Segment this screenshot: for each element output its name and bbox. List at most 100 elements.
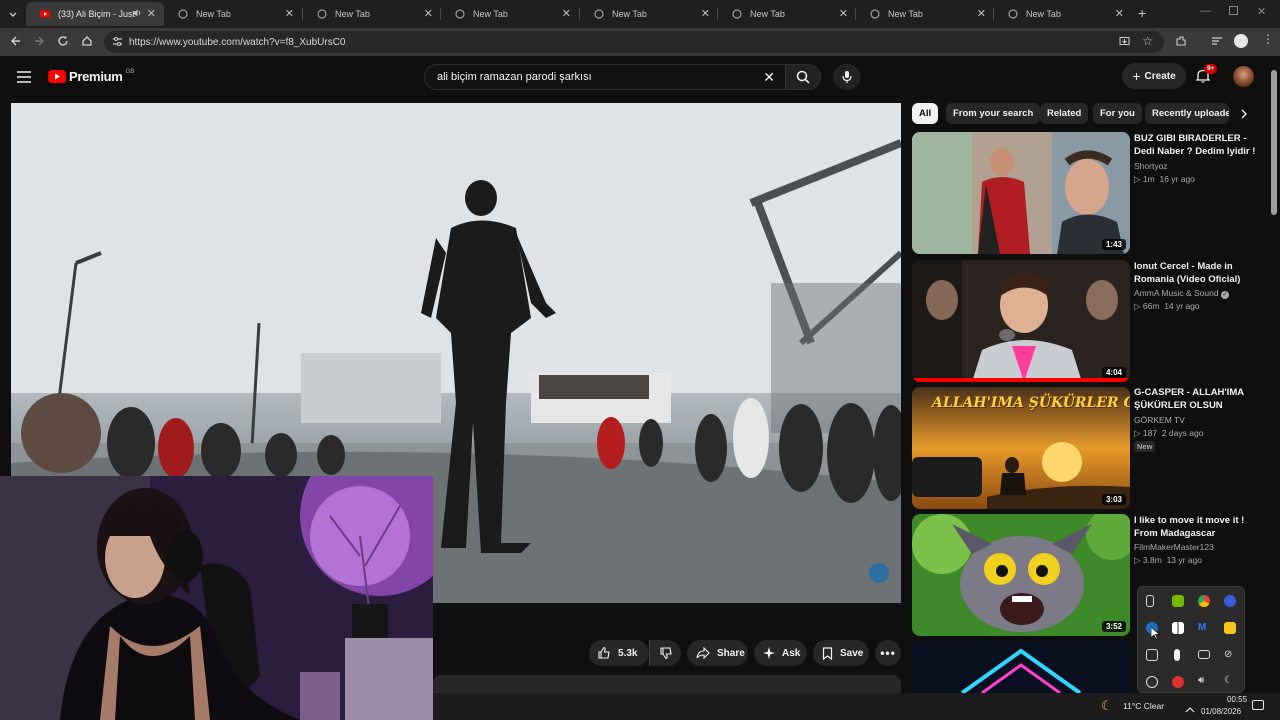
restore-icon[interactable] [1229, 6, 1238, 15]
save-button[interactable]: Save [813, 640, 869, 666]
tab-search-icon[interactable] [8, 7, 18, 25]
related-thumbnail[interactable] [912, 641, 1130, 693]
related-video-title[interactable]: I like to move it move it ! From Madagas… [1134, 514, 1264, 540]
ask-button[interactable]: Ask [754, 640, 807, 666]
tab-new-tab[interactable]: New Tab ✕ [856, 2, 994, 26]
tray-chat-icon[interactable] [1224, 622, 1236, 634]
tab-close-icon[interactable]: ✕ [424, 7, 433, 20]
tray-camera-icon[interactable] [1146, 649, 1158, 661]
reading-list-icon[interactable] [1211, 34, 1223, 52]
site-info-icon[interactable] [112, 36, 123, 50]
new-tab-favicon-icon [870, 9, 880, 19]
tray-app-red-icon[interactable] [1172, 676, 1184, 688]
tray-nvidia-icon[interactable] [1172, 595, 1184, 607]
chip-related[interactable]: Related [1040, 103, 1089, 124]
share-button[interactable]: Share [687, 640, 748, 666]
forward-icon[interactable] [33, 34, 45, 52]
related-stats: ▷ 1m 16 yr ago [1134, 173, 1195, 186]
thumbnail-image [912, 260, 1130, 382]
tray-usb-icon[interactable] [1146, 595, 1154, 607]
clock-time[interactable]: 00:55 [1227, 695, 1247, 704]
youtube-favicon-icon [40, 9, 50, 19]
close-window-icon[interactable]: ✕ [1257, 5, 1266, 18]
tray-meta-icon[interactable]: M [1198, 622, 1210, 634]
home-icon[interactable] [81, 34, 93, 52]
tab-close-icon[interactable]: ✕ [977, 7, 986, 20]
clock-date[interactable]: 01/08/2026 [1201, 707, 1241, 716]
view-count: 66m [1142, 301, 1160, 311]
create-button[interactable]: + Create [1122, 63, 1186, 89]
tab-audio-icon[interactable] [132, 8, 142, 20]
extensions-icon[interactable] [1175, 34, 1187, 52]
page-scrollbar[interactable] [1271, 70, 1277, 215]
tab-close-icon[interactable]: ✕ [147, 7, 156, 20]
profile-avatar[interactable] [1234, 34, 1248, 48]
tab-new-tab[interactable]: New Tab ✕ [441, 2, 579, 26]
hamburger-menu-icon[interactable] [17, 70, 31, 88]
account-avatar[interactable] [1233, 66, 1254, 87]
tab-new-tab[interactable]: New Tab ✕ [580, 2, 718, 26]
tab-new-tab[interactable]: New Tab ✕ [718, 2, 856, 26]
tray-expand-chevron-icon[interactable] [1185, 701, 1195, 719]
tray-hidden-icon[interactable]: ⊘ [1224, 649, 1236, 661]
tray-moon-icon[interactable]: ☾ [1224, 675, 1236, 687]
tray-chrome-icon[interactable] [1198, 595, 1210, 607]
related-thumbnail[interactable]: 3:52 [912, 514, 1130, 636]
tray-windows-icon[interactable] [1172, 622, 1184, 634]
ask-label: Ask [782, 647, 801, 659]
related-channel[interactable]: AmmA Music & Sound [1134, 288, 1219, 298]
tab-close-icon[interactable]: ✕ [285, 7, 294, 20]
related-thumbnail[interactable]: 1:43 [912, 132, 1130, 254]
tab-close-icon[interactable]: ✕ [562, 7, 571, 20]
more-actions-button[interactable]: ••• [875, 640, 901, 666]
tray-display-icon[interactable] [1198, 650, 1210, 659]
notification-center-icon[interactable] [1252, 700, 1264, 710]
voice-search-button[interactable] [833, 64, 861, 90]
tab-new-tab[interactable]: New Tab ✕ [164, 2, 302, 26]
related-channel[interactable]: Shortyoz [1134, 160, 1168, 173]
tray-mic-icon[interactable] [1174, 649, 1180, 661]
chips-next-button[interactable] [1229, 103, 1259, 125]
related-channel[interactable]: FilmMakerMaster123 [1134, 541, 1214, 554]
tab-new-tab[interactable]: New Tab ✕ [994, 2, 1132, 26]
related-thumbnail[interactable]: 4:04 [912, 260, 1130, 382]
tab-title: New Tab [196, 9, 231, 19]
dislike-button[interactable] [649, 640, 681, 666]
notifications-button[interactable]: 9+ [1195, 64, 1218, 88]
install-app-icon[interactable] [1119, 36, 1130, 50]
chip-all[interactable]: All [912, 103, 939, 124]
related-channel[interactable]: GÖRKEM TV [1134, 414, 1185, 427]
weather-text[interactable]: 11°C Clear [1123, 701, 1164, 711]
new-tab-plus-icon[interactable]: + [1138, 5, 1146, 21]
create-label: Create [1144, 70, 1176, 82]
description-box[interactable] [433, 675, 901, 693]
tab-close-icon[interactable]: ✕ [701, 7, 710, 20]
chip-from-your-search[interactable]: From your search [946, 103, 1041, 124]
chip-for-you[interactable]: For you [1093, 103, 1142, 124]
chip-recently-uploaded[interactable]: Recently uploaded [1145, 103, 1229, 124]
chevron-right-icon [1241, 109, 1247, 119]
reload-icon[interactable] [57, 34, 69, 52]
tab-youtube[interactable]: (33) Ali Biçim - Just Pl ✕ [26, 2, 164, 26]
browser-menu-icon[interactable]: ⋮ [1262, 32, 1274, 46]
related-thumbnail[interactable]: ALLAH'IMA ŞÜKÜRLER OLSUN 3:03 [912, 387, 1130, 509]
tab-close-icon[interactable]: ✕ [1115, 7, 1124, 20]
related-video-title[interactable]: G-CASPER - ALLAH'IMA ŞÜKÜRLER OLSUN [1134, 386, 1264, 412]
bookmark-star-icon[interactable]: ☆ [1142, 34, 1153, 48]
minimize-icon[interactable]: — [1200, 5, 1211, 17]
back-icon[interactable] [10, 34, 22, 52]
related-video-title[interactable]: BUZ GIBI BIRADERLER - Dedi Naber ? Dedim… [1134, 132, 1264, 158]
tray-volume-icon[interactable]: 🔊︎ [1198, 675, 1210, 687]
youtube-logo[interactable]: Premium GB [48, 69, 134, 84]
like-button[interactable]: 5.3k [589, 640, 649, 666]
search-button[interactable] [785, 64, 821, 90]
search-input[interactable]: ali biçim ramazan parodi şarkısı ✕ [424, 64, 785, 90]
tray-arrow-icon[interactable] [1224, 595, 1236, 607]
related-video-title[interactable]: Ionut Cercel - Made in Romania (Video Of… [1134, 260, 1264, 286]
tab-new-tab[interactable]: New Tab ✕ [303, 2, 441, 26]
address-bar[interactable]: https://www.youtube.com/watch?v=f8_XubUr… [104, 31, 1164, 53]
clear-search-icon[interactable]: ✕ [763, 69, 775, 86]
tab-close-icon[interactable]: ✕ [839, 7, 848, 20]
related-channel-row: AmmA Music & Sound ✓ [1134, 287, 1229, 300]
tray-circle-icon[interactable] [1146, 676, 1158, 688]
